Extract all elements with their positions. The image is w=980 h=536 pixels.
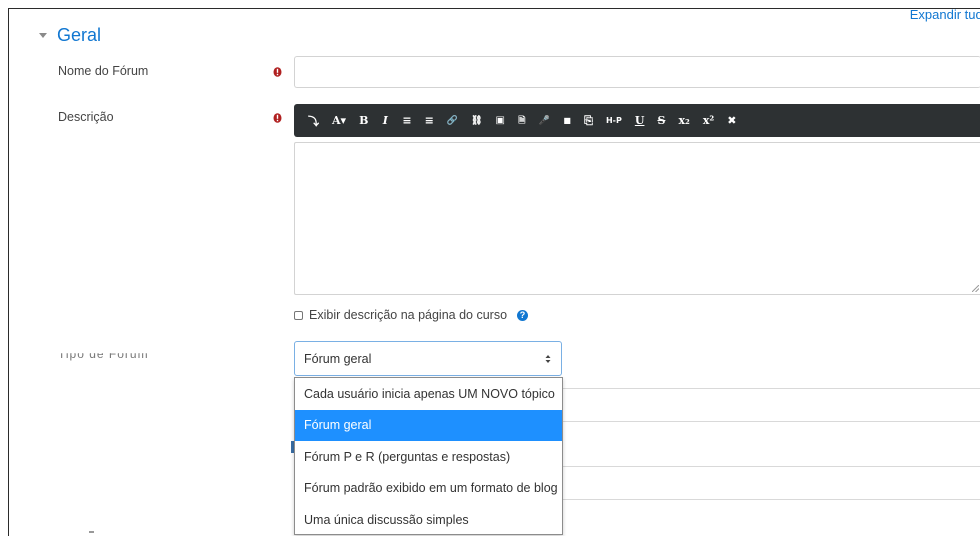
fullscreen-button[interactable]: ✖ xyxy=(727,114,736,128)
unordered-list-button[interactable]: ≡ xyxy=(402,114,411,128)
option-qa-forum[interactable]: Fórum P e R (perguntas e respostas) xyxy=(295,441,562,473)
forum-type-label: Tipo de Fórum xyxy=(58,347,149,361)
italic-button[interactable]: I xyxy=(381,114,389,128)
media-button[interactable]: 🗎 xyxy=(518,114,526,128)
option-single-discussion[interactable]: Uma única discussão simples xyxy=(295,504,562,536)
show-description-checkbox[interactable] xyxy=(294,310,303,320)
editor-toolbar: ⤵ A▾ B I ≡ ≡ 🔗 ⛓ ▣ 🗎 🎤 ■ ⎘ H-P U S x₂ x²… xyxy=(294,104,980,137)
page-frame: Expandir tudo Geral Nome do Fórum Descri… xyxy=(8,7,980,536)
description-editor[interactable] xyxy=(294,142,980,295)
option-general-forum[interactable]: Fórum geral xyxy=(295,409,562,441)
required-icon xyxy=(273,113,282,123)
expand-all-link[interactable]: Expandir tudo xyxy=(910,7,980,22)
unlink-button[interactable]: ⛓ xyxy=(471,114,482,128)
partial-label-fragment xyxy=(89,531,94,533)
bold-button[interactable]: B xyxy=(359,114,368,128)
link-button[interactable]: 🔗 xyxy=(447,114,458,128)
forum-name-input[interactable] xyxy=(294,56,980,88)
image-button[interactable]: ▣ xyxy=(495,114,504,128)
section-title: Geral xyxy=(57,25,102,45)
font-color-button[interactable]: A▾ xyxy=(332,114,346,128)
subscript-button[interactable]: x₂ xyxy=(678,114,689,128)
forum-type-selected-value: Fórum geral xyxy=(304,351,372,366)
collapse-caret-icon[interactable] xyxy=(39,33,47,38)
superscript-button[interactable]: x² xyxy=(703,114,714,128)
required-icon xyxy=(273,67,282,77)
show-description-row: Exibir descrição na página do curso ? xyxy=(294,308,529,322)
record-audio-button[interactable]: 🎤 xyxy=(539,114,550,128)
option-single-new-topic[interactable]: Cada usuário inicia apenas UM NOVO tópic… xyxy=(295,378,562,410)
forum-name-label: Nome do Fórum xyxy=(58,64,149,78)
show-description-label: Exibir descrição na página do curso xyxy=(309,308,508,322)
section-header-geral[interactable]: Geral xyxy=(39,25,101,46)
forum-type-dropdown: Cada usuário inicia apenas UM NOVO tópic… xyxy=(294,377,563,535)
resize-handle-icon[interactable] xyxy=(972,285,979,292)
help-icon[interactable]: ? xyxy=(517,309,529,321)
ordered-list-button[interactable]: ≡ xyxy=(425,114,434,128)
description-label: Descrição xyxy=(58,110,114,124)
forum-type-select[interactable]: Fórum geral xyxy=(294,341,562,376)
background-input-2 xyxy=(561,466,980,500)
toolbar-collapse-button[interactable]: ⤵ xyxy=(308,114,319,128)
record-video-button[interactable]: ■ xyxy=(563,114,571,128)
manage-files-button[interactable]: ⎘ xyxy=(584,114,593,128)
option-blog-forum[interactable]: Fórum padrão exibido em um formato de bl… xyxy=(295,473,562,505)
strikethrough-button[interactable]: S xyxy=(657,114,665,128)
select-arrows-icon xyxy=(545,355,551,363)
background-input-1 xyxy=(561,388,980,422)
h5p-button[interactable]: H-P xyxy=(606,114,622,128)
underline-button[interactable]: U xyxy=(635,114,645,128)
